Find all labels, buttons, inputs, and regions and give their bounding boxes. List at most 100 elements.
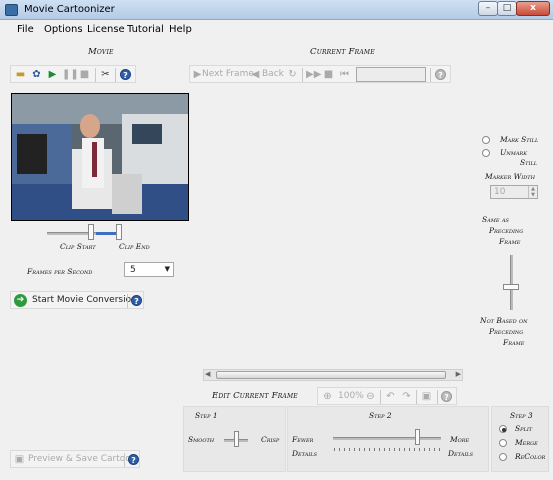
unmark-still-label: Unmark [500,148,527,157]
step1-slider-handle[interactable] [234,431,239,447]
redo-icon[interactable]: ↷ [400,390,413,403]
scroll-right-icon[interactable]: ▶ [456,370,461,378]
stop-icon[interactable]: ■ [78,68,91,81]
title-bar: Movie Cartoonizer – □ x [0,0,553,20]
clip-end-handle[interactable] [116,224,122,240]
same-as-label-3: Frame [499,237,521,246]
more-label: More [450,435,470,444]
toolbar-divider [124,453,125,467]
frame-scrollbar[interactable]: ◀ ▶ [203,369,463,381]
step3-title: Step 3 [510,411,533,420]
toolbar-divider [416,390,417,404]
unmark-still-radio[interactable] [482,149,490,157]
step2-title: Step 2 [369,411,392,420]
stop-icon[interactable]: ■ [322,68,335,81]
start-conversion-button[interactable]: Start Movie Conversion [32,295,137,305]
minimize-button[interactable]: – [478,1,498,16]
fast-forward-icon[interactable]: ▶▶ [306,68,321,81]
step2-slider-track [333,437,441,440]
ribbon-icon[interactable]: ✿ [30,68,43,81]
smooth-label: Smooth [188,435,215,444]
similarity-slider-handle[interactable] [503,284,519,290]
help-icon[interactable]: ? [435,69,446,80]
mark-still-label: Mark Still [500,135,539,144]
next-frame-button[interactable]: Next Frame [202,69,254,79]
step2-ticks [334,448,440,451]
step1-panel: Step 1 Smooth Crisp [183,406,286,472]
marker-width-value: 10 [494,187,506,197]
zoom-out-icon[interactable]: ⊖ [364,390,377,403]
split-radio[interactable] [499,425,507,433]
edit-frame-title: Edit Current Frame [212,391,298,401]
fps-select[interactable]: 5 ▼ [124,262,174,277]
toolbar-divider [430,68,431,82]
movie-toolbar: ▬ ✿ ▶ ❚❚ ■ ✂ ? [10,65,136,83]
toolbar-divider [302,68,303,82]
toolbar-divider [127,294,128,308]
spinner-arrows-icon[interactable]: ▲ ▼ [528,186,537,198]
toolbar-divider [95,68,96,82]
scissors-icon[interactable]: ✂ [99,68,112,81]
arrow-right-icon: ➔ [14,294,27,307]
play-icon[interactable]: ▶ [46,68,59,81]
scroll-left-icon[interactable]: ◀ [205,370,210,378]
window-title: Movie Cartoonizer [24,4,115,15]
maximize-button[interactable]: □ [497,1,517,16]
clip-start-handle[interactable] [88,224,94,240]
step3-panel: Step 3 Split Merge ReColor [491,406,549,472]
save-icon: ▣ [14,454,25,465]
zoom-in-icon[interactable]: ⊕ [321,390,334,403]
more-details-label: Details [448,449,474,458]
help-icon[interactable]: ? [441,391,452,402]
similarity-slider-track [510,255,513,310]
step1-title: Step 1 [195,411,218,420]
fps-value: 5 [130,265,136,275]
clip-range-fill [96,232,116,235]
not-based-label-3: Frame [503,338,525,347]
fewer-label: Fewer [292,435,314,444]
not-based-label: Not Based on [480,316,528,325]
scrollbar-thumb[interactable] [216,371,446,379]
help-icon[interactable]: ? [131,295,142,306]
step2-panel: Step 2 Fewer Details More Details [287,406,489,472]
menu-file[interactable]: File [17,24,34,35]
edit-toolbar: ⊕ 100% ⊖ ↶ ↷ ▣ ? [317,387,457,405]
preview-save-button[interactable]: Preview & Save Cartoon [28,454,136,464]
not-based-label-2: Preceding [489,327,524,336]
crisp-label: Crisp [261,435,280,444]
refresh-icon[interactable]: ↻ [286,68,299,81]
toolbar-divider [115,68,116,82]
current-frame-title: Current Frame [310,47,375,57]
frame-number-field[interactable] [356,67,426,82]
menu-license[interactable]: License [87,24,125,35]
recolor-label: ReColor [515,452,546,461]
clip-start-label: Clip Start [60,242,96,251]
chevron-down-icon: ▼ [164,265,170,273]
merge-radio[interactable] [499,439,507,447]
menu-help[interactable]: Help [169,24,192,35]
office-scene-image [12,94,188,220]
go-to-start-icon[interactable]: ⏮ [338,68,351,81]
start-conversion-toolbar: ➔ Start Movie Conversion ? [10,291,144,309]
folder-icon[interactable]: ▬ [14,68,27,81]
merge-label: Merge [515,438,538,447]
marker-width-spinner[interactable]: 10 ▲ ▼ [490,185,538,199]
close-button[interactable]: x [516,1,550,16]
app-icon [5,4,18,16]
mark-still-radio[interactable] [482,136,490,144]
menu-options[interactable]: Options [44,24,83,35]
fewer-details-label: Details [292,449,318,458]
same-as-label-2: Preceding [489,226,524,235]
back-button[interactable]: Back [262,69,284,79]
undo-icon[interactable]: ↶ [384,390,397,403]
help-icon[interactable]: ? [128,454,139,465]
save-icon[interactable]: ▣ [420,390,433,403]
pause-icon[interactable]: ❚❚ [62,68,79,81]
help-icon[interactable]: ? [120,69,131,80]
same-as-label: Same as [482,215,509,224]
preview-save-toolbar: ▣ Preview & Save Cartoon ? [10,450,140,468]
recolor-radio[interactable] [499,453,507,461]
fps-label: Frames per Second [27,267,93,276]
menu-tutorial[interactable]: Tutorial [127,24,164,35]
step2-slider-handle[interactable] [415,429,420,445]
